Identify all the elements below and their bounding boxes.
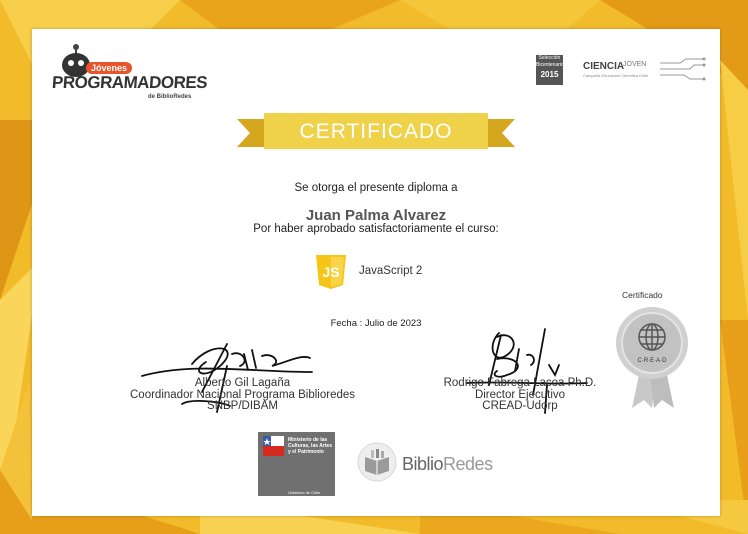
ciencia-wordmark: CIENCIA: [583, 61, 625, 72]
signatory-1-block: Alberto Gil Lagaña Coordinador Nacional …: [130, 377, 355, 413]
approval-line: Por haber aprobado satisfactoriamente el…: [253, 223, 499, 235]
signatory-1-org: SNBP/DIBAM: [207, 400, 278, 412]
programadores-wordmark: PROGRAMADORES: [51, 73, 208, 92]
javascript-icon: JS: [316, 255, 346, 289]
cread-seal: C·R·E·A·D: [616, 307, 688, 408]
gobierno-chile: Gobierno de Chile: [288, 490, 321, 495]
chile-shield-icon: [263, 436, 284, 456]
biblioredes-byline: de BiblioRedes: [148, 94, 192, 100]
ministerio-name: Ministerio de las Culturas, las Artes y …: [288, 437, 332, 455]
biblioredes-logo: BiblioRedes: [354, 439, 504, 485]
certificate-card: Jóvenes PROGRAMADORES de BiblioRedes Sel…: [32, 29, 720, 516]
recipient-name: Juan Palma Alvarez: [305, 207, 447, 224]
award-line: Se otorga el presente diploma a: [294, 182, 458, 194]
ministerio-culturas-logo: Ministerio de las Culturas, las Artes y …: [258, 432, 335, 496]
joven-wordmark: JOVEN: [623, 61, 647, 68]
signatory-2-name: Rodrigo Fabrega Lacoa Ph.D.: [443, 377, 597, 389]
jovenes-programadores-logo: Jóvenes PROGRAMADORES de BiblioRedes: [51, 37, 232, 107]
circuit-lines-icon: [660, 57, 706, 81]
globe-icon: [638, 323, 666, 351]
svg-text:JS: JS: [322, 264, 339, 280]
book-icon: [357, 442, 397, 482]
seal-label: Certificado: [622, 290, 663, 300]
svg-text:C·R·E·A·D: C·R·E·A·D: [638, 358, 668, 364]
biblioredes-wordmark: BiblioRedes: [402, 454, 493, 474]
ciencia-subline: Campaña Educación Científica Chile: [583, 73, 649, 78]
ciencia-joven-logo: Selección Bicentenario 2015 CIENCIA JOVE…: [536, 53, 706, 89]
signatory-1-name: Alberto Gil Lagaña: [194, 377, 291, 389]
course-name: JavaScript 2: [359, 265, 423, 277]
certificate-title: CERTIFICADO: [299, 120, 453, 143]
signatory-2-org: CREAD-Udorp: [482, 400, 558, 412]
bicentenario-box: Selección Bicentenario 2015: [536, 55, 564, 85]
signatory-2-block: Rodrigo Fabrega Lacoa Ph.D. Director Eje…: [430, 377, 610, 413]
